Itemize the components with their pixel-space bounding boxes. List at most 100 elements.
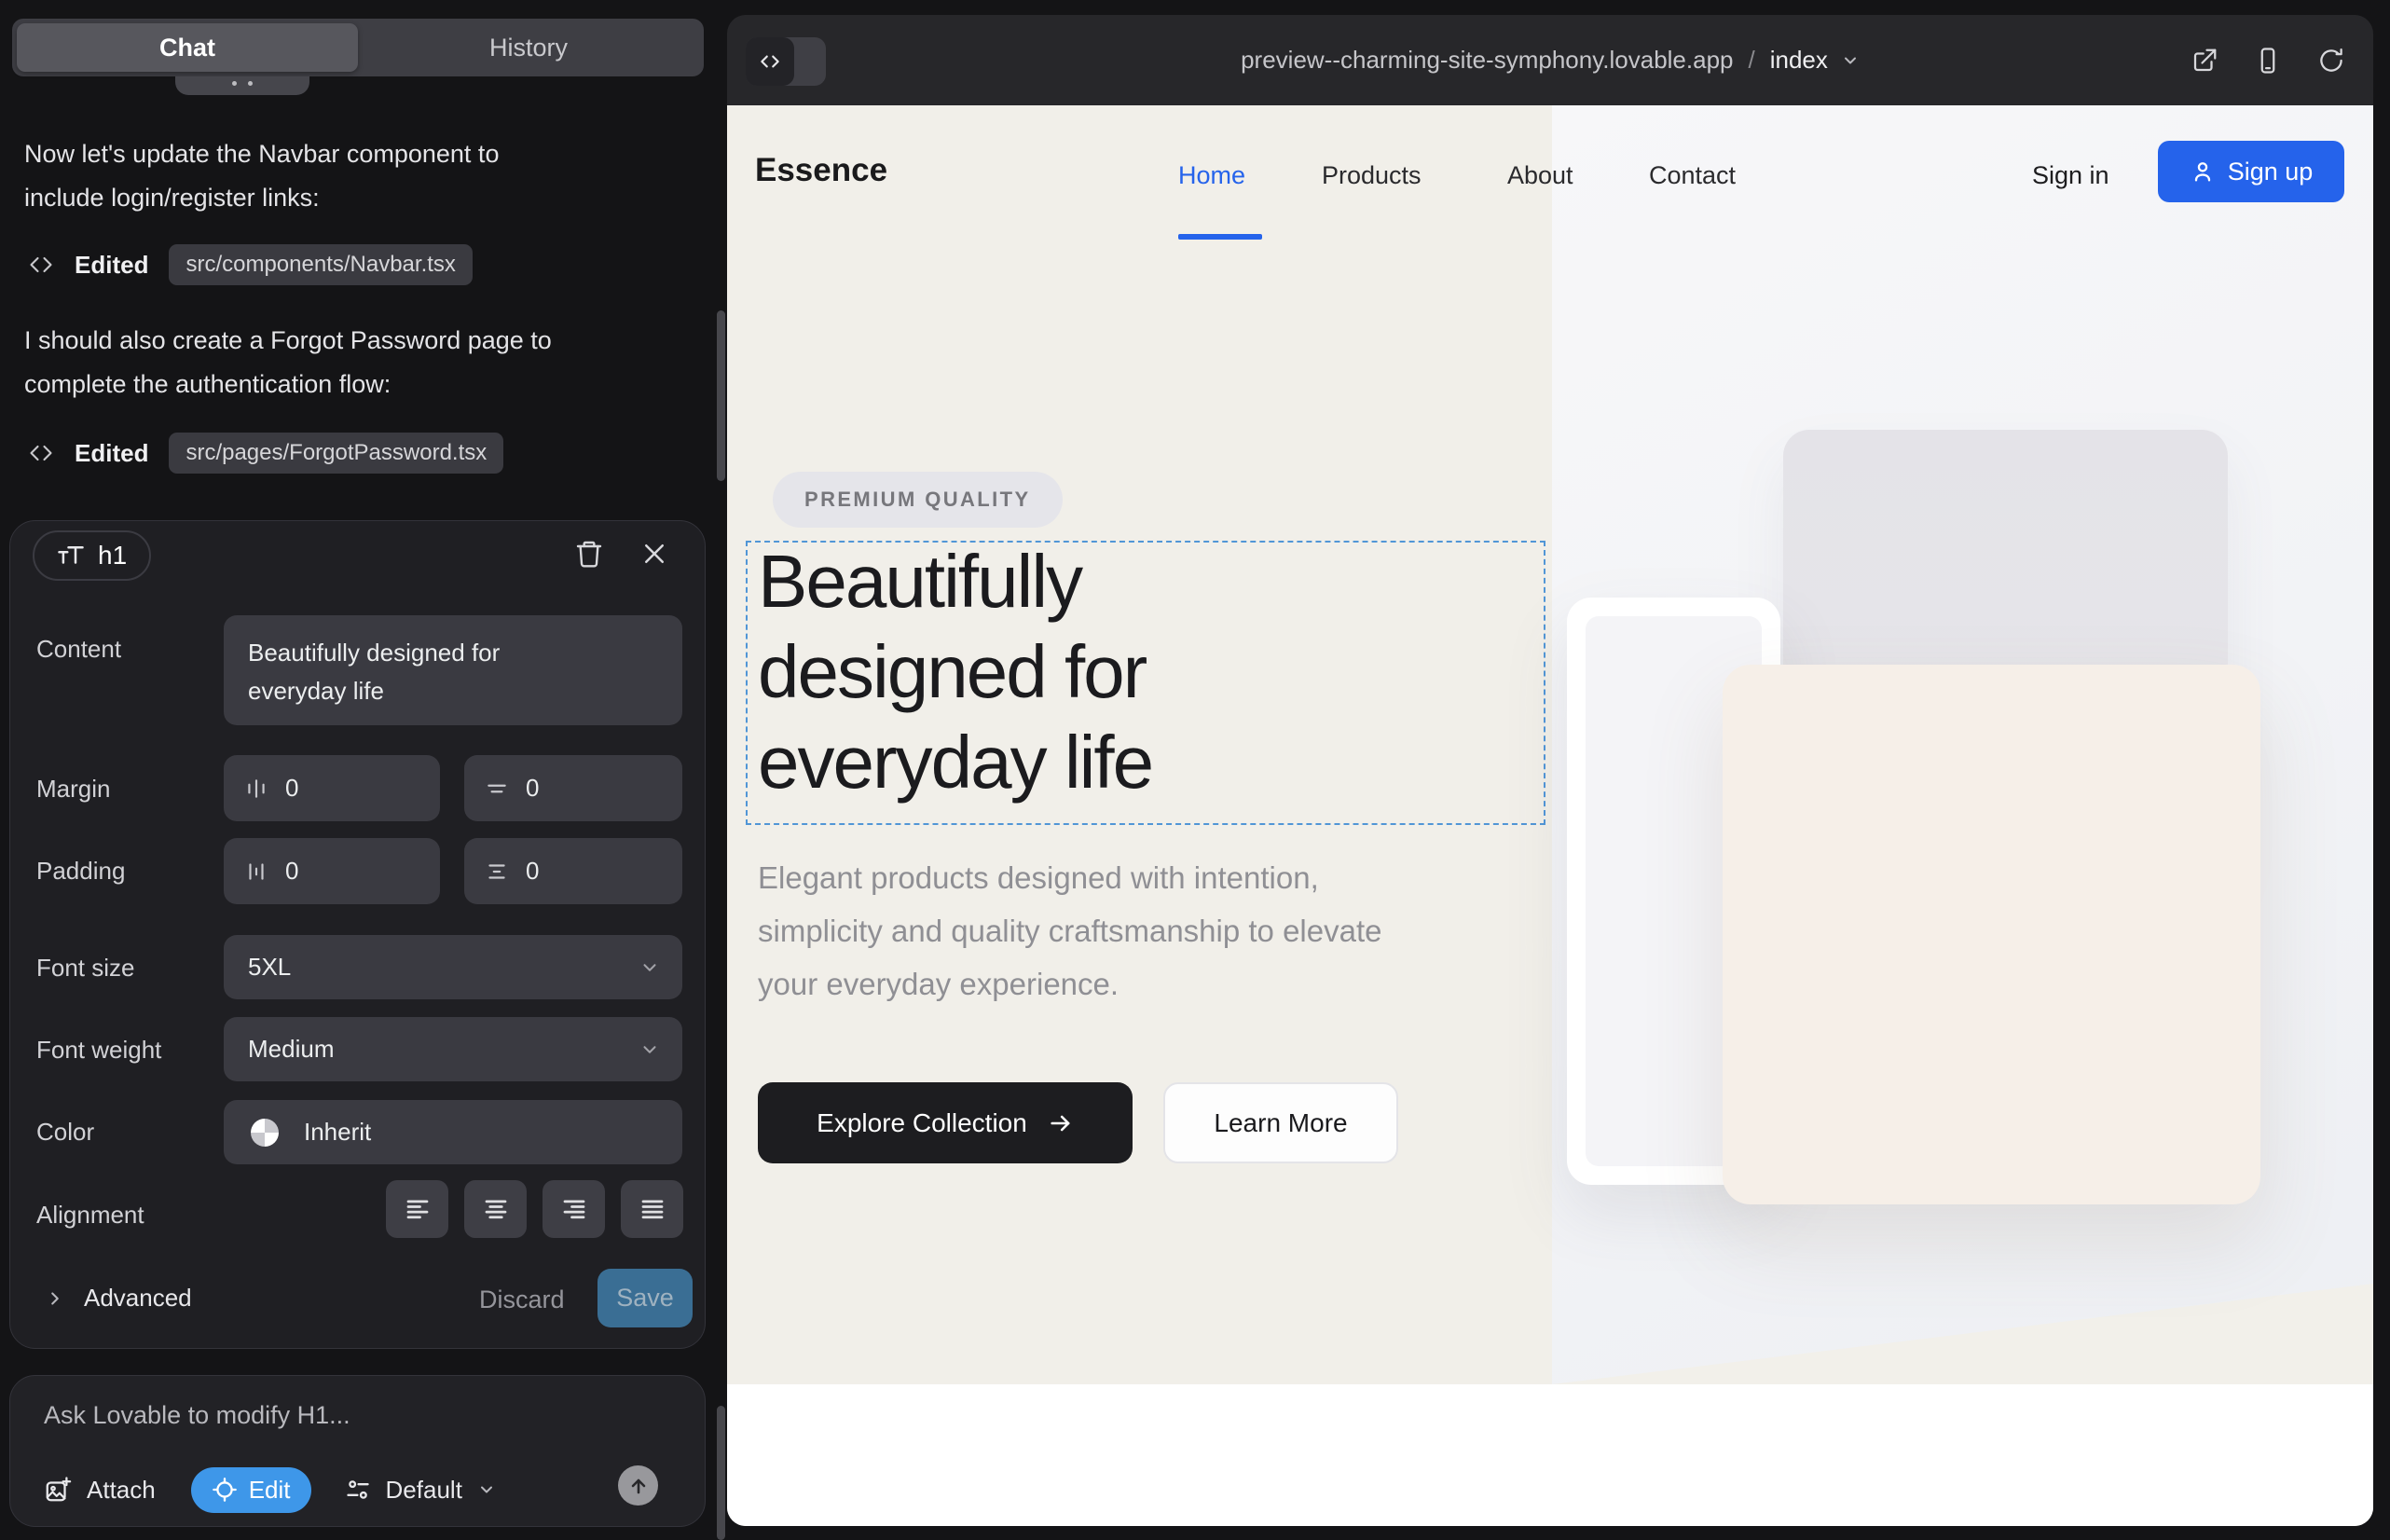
save-button[interactable]: Save (598, 1269, 693, 1327)
padding-x-input[interactable]: 0 (224, 838, 440, 904)
margin-x-input[interactable]: 0 (224, 755, 440, 821)
code-view-toggle[interactable] (746, 37, 826, 86)
mode-label: Default (386, 1476, 462, 1505)
composer-toolbar: Attach Edit Default (44, 1465, 677, 1514)
align-right-icon (560, 1195, 588, 1223)
alignment-label: Alignment (36, 1201, 144, 1230)
code-icon (28, 252, 54, 278)
browser-chrome: preview--charming-site-symphony.lovable.… (727, 15, 2373, 105)
nav-home-underline (1178, 234, 1262, 240)
url-page: index (1770, 46, 1828, 75)
chevron-down-icon (477, 1480, 496, 1499)
element-editor-panel: h1 Content Beautifully designed for ever… (9, 520, 706, 1349)
align-center-button[interactable] (464, 1180, 527, 1238)
content-label: Content (36, 635, 121, 664)
element-tag-label: h1 (98, 541, 127, 571)
ellipsis-dot (248, 81, 253, 86)
content-value: Beautifully designed for everyday life (248, 634, 565, 710)
close-panel-button[interactable] (633, 532, 676, 575)
edited-file-row: Edited src/pages/ForgotPassword.tsx (28, 433, 503, 474)
margin-y-icon (485, 777, 509, 801)
edit-target-icon (212, 1477, 238, 1503)
sign-up-button[interactable]: Sign up (2158, 141, 2344, 202)
edit-mode-button[interactable]: Edit (191, 1467, 311, 1513)
learn-more-button[interactable]: Learn More (1163, 1082, 1398, 1163)
chevron-down-icon (639, 957, 660, 978)
padding-label: Padding (36, 857, 125, 886)
chat-composer: Ask Lovable to modify H1... Attach Edit (9, 1375, 706, 1527)
delete-element-button[interactable] (568, 532, 611, 575)
assistant-message: I should also create a Forgot Password p… (24, 319, 584, 406)
hero-heading[interactable]: Beautifully designed for everyday life (758, 536, 1152, 807)
edit-label: Edit (249, 1476, 291, 1505)
font-size-select[interactable]: 5XL (224, 935, 682, 999)
selected-element-badge[interactable]: h1 (33, 530, 151, 581)
explore-collection-button[interactable]: Explore Collection (758, 1082, 1133, 1163)
edited-label: Edited (75, 439, 148, 468)
color-swatch-checker (248, 1116, 282, 1149)
sidebar-tabs: Chat History (12, 19, 704, 76)
padding-y-value: 0 (526, 857, 539, 886)
advanced-label: Advanced (84, 1284, 192, 1313)
chat-sidebar: Chat History Now let's update the Navbar… (0, 0, 725, 1540)
margin-x-icon (244, 777, 268, 801)
align-justify-button[interactable] (621, 1180, 683, 1238)
nav-home[interactable]: Home (1178, 161, 1245, 190)
send-arrow-icon (627, 1475, 650, 1497)
content-input[interactable]: Beautifully designed for everyday life (224, 615, 682, 725)
attach-label: Attach (87, 1476, 156, 1505)
refresh-button[interactable] (2315, 45, 2347, 76)
code-icon (28, 440, 54, 466)
file-chip[interactable]: src/pages/ForgotPassword.tsx (169, 433, 503, 474)
hero-paragraph: Elegant products designed with intention… (758, 851, 1410, 1011)
padding-y-icon (485, 859, 509, 884)
tab-chat-label: Chat (159, 34, 215, 62)
model-mode-selector[interactable]: Default (345, 1476, 496, 1505)
color-select[interactable]: Inherit (224, 1100, 682, 1164)
explore-collection-label: Explore Collection (817, 1108, 1027, 1138)
edited-label: Edited (75, 251, 148, 280)
next-section-background (727, 1384, 2373, 1526)
app-window: Chat History Now let's update the Navbar… (0, 0, 2390, 1540)
mobile-preview-button[interactable] (2252, 45, 2284, 76)
align-right-button[interactable] (543, 1180, 605, 1238)
hero-badge: PREMIUM QUALITY (773, 472, 1063, 528)
nav-about[interactable]: About (1507, 161, 1573, 190)
align-center-icon (482, 1195, 510, 1223)
url-bar[interactable]: preview--charming-site-symphony.lovable.… (727, 15, 2373, 105)
preview-browser: preview--charming-site-symphony.lovable.… (727, 15, 2373, 1526)
advanced-toggle[interactable]: Advanced (45, 1284, 192, 1313)
attach-button[interactable]: Attach (44, 1476, 156, 1505)
scrolled-chip-partial (175, 76, 309, 95)
chevron-down-icon (1841, 51, 1860, 70)
font-weight-label: Font weight (36, 1036, 161, 1065)
url-separator: / (1749, 46, 1755, 75)
sign-in-link[interactable]: Sign in (2032, 161, 2109, 190)
nav-products[interactable]: Products (1322, 161, 1422, 190)
margin-label: Margin (36, 775, 110, 804)
composer-input[interactable]: Ask Lovable to modify H1... (44, 1401, 350, 1430)
font-weight-select[interactable]: Medium (224, 1017, 682, 1081)
sidebar-scrollbar[interactable] (717, 310, 725, 481)
open-external-button[interactable] (2189, 45, 2220, 76)
discard-button[interactable]: Discard (479, 1286, 565, 1314)
sidebar-scrollbar[interactable] (717, 1406, 725, 1540)
sliders-icon (345, 1477, 371, 1503)
send-button[interactable] (618, 1465, 658, 1506)
url-host: preview--charming-site-symphony.lovable.… (1241, 46, 1733, 75)
file-chip[interactable]: src/components/Navbar.tsx (169, 244, 472, 285)
margin-y-input[interactable]: 0 (464, 755, 682, 821)
hero-card-cream (1723, 665, 2260, 1204)
site-logo[interactable]: Essence (755, 152, 887, 189)
chevron-right-icon (45, 1288, 65, 1309)
nav-contact[interactable]: Contact (1649, 161, 1736, 190)
text-type-icon (57, 542, 85, 570)
padding-y-input[interactable]: 0 (464, 838, 682, 904)
tab-chat[interactable]: Chat (17, 23, 358, 72)
tab-history[interactable]: History (358, 23, 699, 72)
font-weight-value: Medium (248, 1035, 334, 1064)
preview-viewport: Essence Home Products About Contact Sign… (727, 105, 2373, 1526)
align-left-button[interactable] (386, 1180, 448, 1238)
margin-x-value: 0 (285, 774, 298, 803)
hero-heading-line: designed for (758, 626, 1152, 717)
